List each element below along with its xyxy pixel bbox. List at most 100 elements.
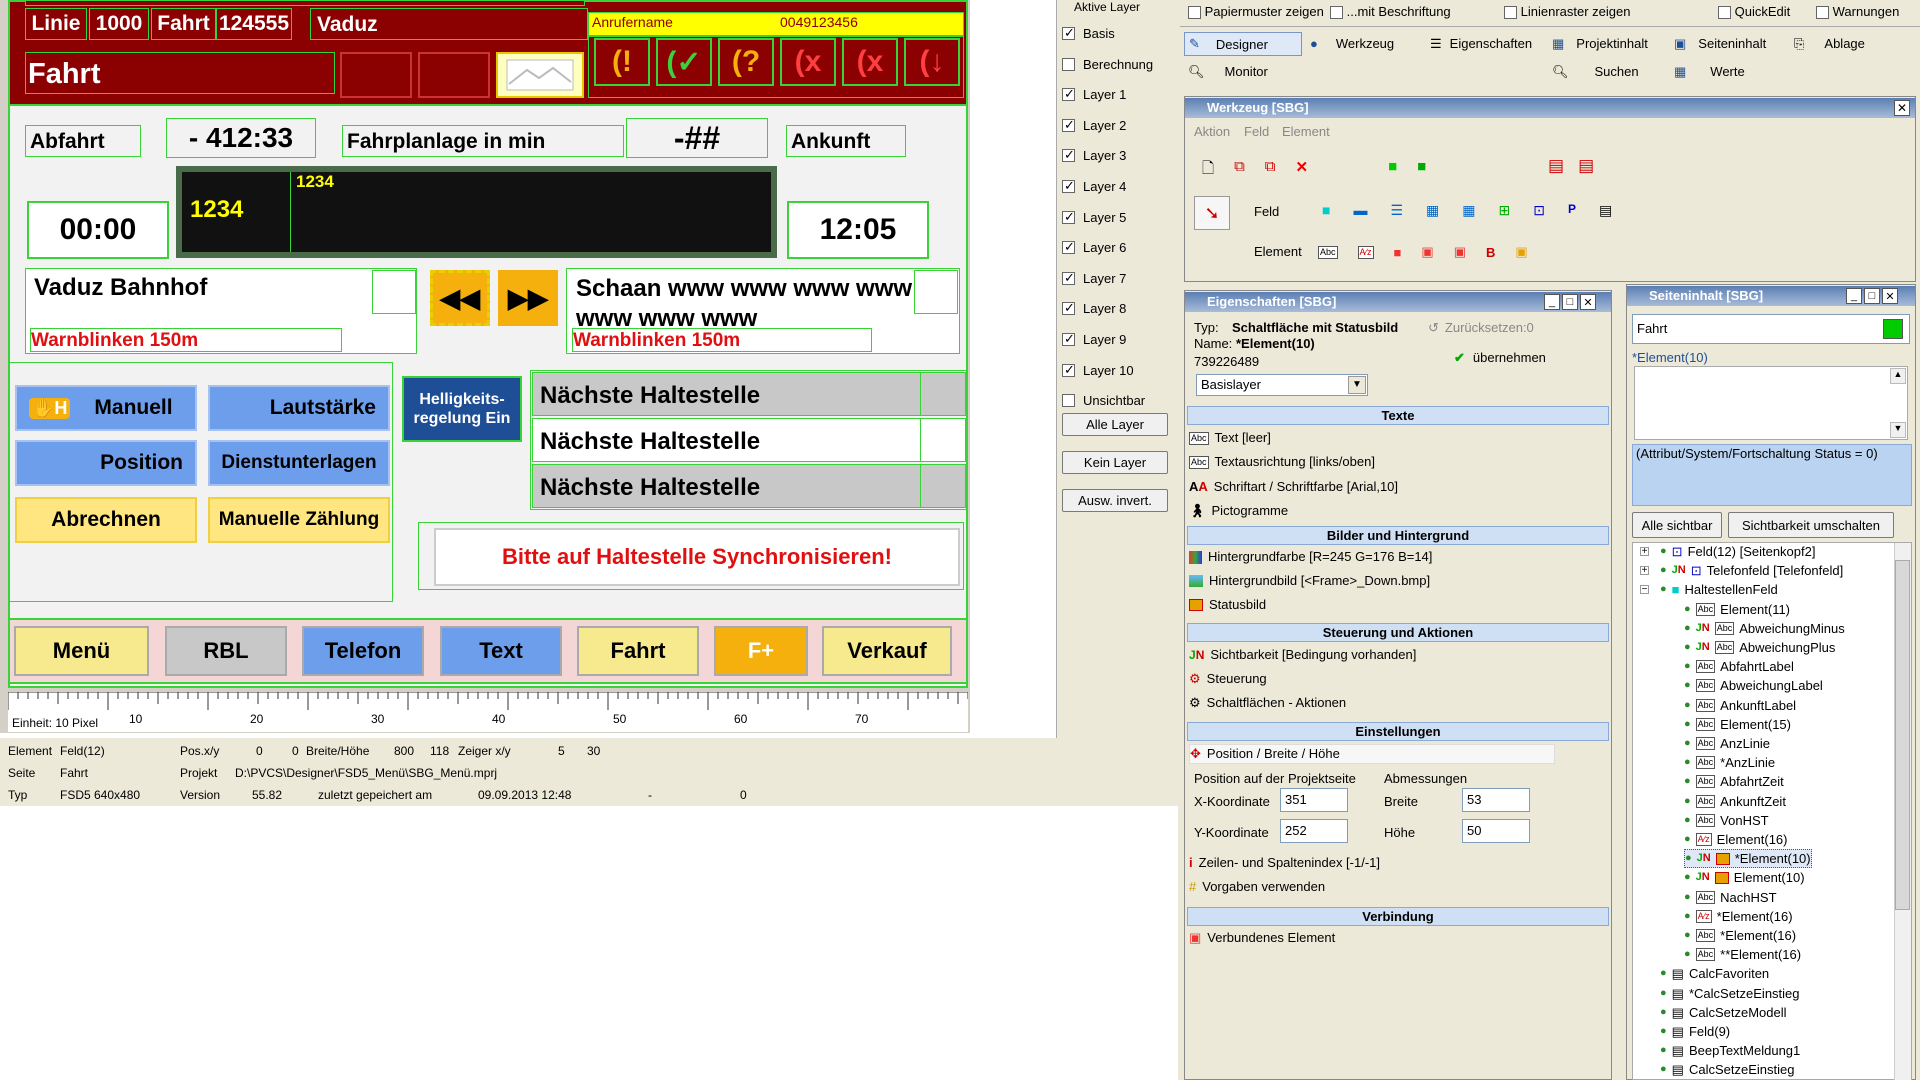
tree-item[interactable]: ● A∕z Element(16) bbox=[1684, 830, 1787, 849]
quickedit-option[interactable]: QuickEdit bbox=[1718, 4, 1790, 20]
prop-statusbild[interactable]: Statusbild bbox=[1189, 595, 1266, 615]
new-page-icon[interactable]: 🗋︎ bbox=[1202, 158, 1214, 183]
layer-item[interactable]: Layer 3 bbox=[1062, 147, 1126, 163]
tree-item[interactable]: ● JN Element(10) bbox=[1684, 868, 1805, 887]
phone-hangup-icon[interactable]: (x bbox=[842, 38, 898, 86]
tree-expand-icon[interactable]: + bbox=[1640, 566, 1649, 576]
prop-pikto[interactable]: 🚶︎ Pictogramme bbox=[1189, 501, 1288, 521]
tree-scroll-thumb[interactable] bbox=[1895, 560, 1910, 910]
element-formula-icon[interactable]: A∕z bbox=[1357, 245, 1374, 259]
layer-checkbox[interactable] bbox=[1062, 178, 1075, 194]
layer-item[interactable]: Layer 5 bbox=[1062, 209, 1126, 225]
werkzeug-tab[interactable]: ● Werkzeug bbox=[1310, 36, 1394, 51]
forward-button[interactable]: ▶▶ bbox=[498, 270, 558, 326]
layer-item[interactable]: Layer 10 bbox=[1062, 362, 1134, 378]
phone-reject-icon[interactable]: (x bbox=[780, 38, 836, 86]
tree-item[interactable]: ● A∕z *Element(16) bbox=[1684, 907, 1793, 926]
monitor-tab[interactable]: 🔍︎ Monitor bbox=[1188, 64, 1268, 80]
layer-checkbox[interactable] bbox=[1062, 147, 1075, 163]
suchen-tab[interactable]: 🔍︎ Suchen bbox=[1552, 64, 1639, 80]
tree-item[interactable]: ● Abc VonHST bbox=[1684, 811, 1769, 830]
layer-checkbox[interactable] bbox=[1062, 331, 1075, 347]
papier-checkbox[interactable] bbox=[1188, 6, 1201, 20]
device-icon-1[interactable]: ▤ bbox=[1548, 156, 1564, 176]
ablage-tab[interactable]: ⎘ Ablage bbox=[1794, 36, 1865, 52]
werkzeug-close-icon[interactable]: ✕ bbox=[1894, 100, 1910, 116]
field-blue-icon[interactable]: ▬ bbox=[1353, 202, 1367, 219]
element-image-icon[interactable]: ▣ bbox=[1515, 244, 1527, 260]
minimize-icon[interactable]: _ bbox=[1846, 288, 1862, 304]
invert-layers-button[interactable]: Ausw. invert. bbox=[1062, 489, 1168, 512]
all-layers-button[interactable]: Alle Layer bbox=[1062, 413, 1168, 436]
tree-item[interactable]: ● JN Abc AbweichungPlus bbox=[1684, 638, 1835, 657]
tree-item[interactable]: ● Abc AbfahrtLabel bbox=[1684, 657, 1794, 676]
layer-item[interactable]: Layer 4 bbox=[1062, 178, 1126, 194]
field-cyan-icon[interactable]: ■ bbox=[1322, 202, 1330, 219]
element-text-icon[interactable]: Abc bbox=[1318, 245, 1338, 259]
warnungen-option[interactable]: Warnungen bbox=[1816, 4, 1899, 20]
layer-checkbox[interactable] bbox=[1062, 300, 1075, 316]
tree-item[interactable]: ● Abc AbfahrtZeit bbox=[1684, 772, 1784, 791]
layer-checkbox[interactable] bbox=[1062, 25, 1075, 41]
layer-checkbox[interactable] bbox=[1062, 239, 1075, 255]
tree-expand-icon[interactable]: + bbox=[1640, 547, 1649, 557]
delete-icon[interactable]: ✕ bbox=[1296, 158, 1309, 183]
layer-item[interactable]: Layer 6 bbox=[1062, 239, 1126, 255]
tree-item[interactable]: ● ▤ CalcSetzeEinstieg bbox=[1660, 1060, 1794, 1079]
layer-item[interactable]: Unsichtbar bbox=[1062, 393, 1145, 408]
manuell-button[interactable]: ✋H Manuell bbox=[15, 385, 197, 431]
phone-accept-icon[interactable]: (✓ bbox=[656, 38, 712, 86]
eigenschaften-window-controls[interactable]: _ □ ✕ bbox=[1544, 294, 1596, 310]
seiteninhalt-tab[interactable]: ▣ Seiteninhalt bbox=[1674, 36, 1766, 52]
maximize-icon[interactable]: □ bbox=[1864, 288, 1880, 304]
dienstunterlagen-button[interactable]: Dienstunterlagen bbox=[208, 440, 390, 486]
tree-expand-icon[interactable]: − bbox=[1640, 585, 1649, 595]
h-input[interactable]: 50 bbox=[1462, 819, 1530, 843]
phone-down-icon[interactable]: (↓ bbox=[904, 38, 960, 86]
abrechnen-button[interactable]: Abrechnen bbox=[15, 497, 197, 543]
minimize-icon[interactable]: _ bbox=[1544, 294, 1560, 310]
prop-index[interactable]: i Zeilen- und Spaltenindex [-1/-1] bbox=[1189, 853, 1380, 873]
zaehlung-button[interactable]: Manuelle Zählung bbox=[208, 497, 390, 543]
tree-item[interactable]: ● ▤ CalcFavoriten bbox=[1660, 964, 1769, 983]
layer-item[interactable]: Layer 9 bbox=[1062, 331, 1126, 347]
header-box-1[interactable] bbox=[340, 52, 412, 98]
prop-verbunden[interactable]: ▣ Verbundenes Element bbox=[1189, 928, 1335, 948]
tree-item[interactable]: ● Abc **Element(16) bbox=[1684, 945, 1801, 964]
selected-list[interactable] bbox=[1634, 366, 1908, 440]
werkzeug-menu-aktion[interactable]: Aktion bbox=[1194, 124, 1230, 139]
header-box-2[interactable] bbox=[418, 52, 490, 98]
tree-item[interactable]: ● Abc AnkunftZeit bbox=[1684, 792, 1786, 811]
layer-checkbox[interactable] bbox=[1062, 117, 1075, 133]
lautstaerke-button[interactable]: Lautstärke bbox=[208, 385, 390, 431]
layer-item[interactable]: Berechnung bbox=[1062, 57, 1153, 72]
field-table-icon[interactable]: ▦ bbox=[1426, 202, 1439, 219]
element-b-icon[interactable]: B bbox=[1486, 245, 1495, 260]
tree-item[interactable]: ● Abc Element(11) bbox=[1684, 600, 1790, 619]
tree-item[interactable]: ● Abc NachHST bbox=[1684, 888, 1777, 907]
warnungen-checkbox[interactable] bbox=[1816, 6, 1829, 20]
tree-item[interactable]: ● Abc AbweichungLabel bbox=[1684, 676, 1823, 695]
apply-button[interactable]: ✔ übernehmen bbox=[1454, 350, 1546, 366]
prop-hgbild[interactable]: Hintergrundbild [<Frame>_Down.bmp] bbox=[1189, 571, 1430, 591]
bottom-text-button[interactable]: Text bbox=[440, 626, 562, 676]
field-device-icon[interactable]: ▤ bbox=[1599, 202, 1612, 219]
field-list-icon[interactable]: ☰ bbox=[1390, 202, 1403, 219]
bottom-fplus-button[interactable]: F+ bbox=[714, 626, 808, 676]
field-link-icon[interactable]: ⊡ bbox=[1533, 202, 1545, 219]
beschriftung-checkbox[interactable] bbox=[1330, 6, 1343, 20]
tree-item[interactable]: ● Abc Element(15) bbox=[1684, 715, 1791, 734]
tree-item[interactable]: ● Abc *Element(16) bbox=[1684, 926, 1796, 945]
bottom-telefon-button[interactable]: Telefon bbox=[302, 626, 424, 676]
tree-item[interactable]: ● ▤ BeepTextMeldung1 bbox=[1660, 1041, 1800, 1060]
prop-steuerung[interactable]: ⚙ Steuerung bbox=[1189, 669, 1267, 689]
layer-checkbox[interactable] bbox=[1062, 270, 1075, 286]
prop-hgfarbe[interactable]: Hintergrundfarbe [R=245 G=176 B=14] bbox=[1189, 547, 1432, 567]
papier-option[interactable]: Papiermuster zeigen bbox=[1188, 4, 1324, 20]
green-block-icon[interactable]: ■ bbox=[1417, 158, 1426, 183]
prop-sichtbarkeit[interactable]: JN Sichtbarkeit [Bedingung vorhanden] bbox=[1189, 645, 1416, 665]
field-p-icon[interactable]: P bbox=[1568, 202, 1576, 219]
reset-button[interactable]: ↺ Zurücksetzen:0 bbox=[1428, 320, 1534, 336]
tree-item[interactable]: ● ▤ *CalcSetzeEinstieg bbox=[1660, 984, 1800, 1003]
pointer-tool[interactable]: ➘ bbox=[1194, 196, 1230, 230]
